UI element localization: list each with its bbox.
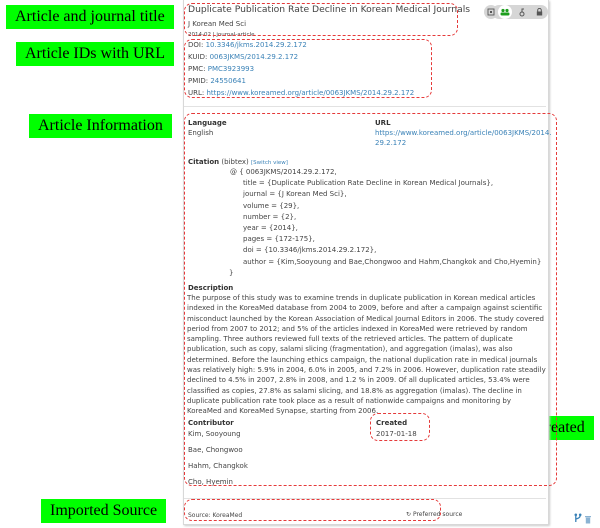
highlight-imported-source xyxy=(184,499,441,521)
highlight-article-info xyxy=(184,113,557,486)
delete-icon[interactable] xyxy=(585,509,591,528)
divider xyxy=(184,106,546,107)
annotation-imported-source: Imported Source xyxy=(41,499,167,523)
manage-versions-icon[interactable] xyxy=(574,508,582,527)
privacy-icon[interactable] xyxy=(484,5,498,19)
annotation-article-info: Article Information xyxy=(29,114,172,138)
annotation-article-title: Article and journal title xyxy=(6,5,174,29)
highlight-article-title xyxy=(184,3,458,36)
annotation-article-ids: Article IDs with URL xyxy=(16,42,174,66)
highlight-article-ids xyxy=(184,39,432,98)
public-group-icon[interactable] xyxy=(498,5,512,19)
lock-icon[interactable] xyxy=(532,5,546,19)
trusted-party-icon[interactable] xyxy=(515,5,529,19)
